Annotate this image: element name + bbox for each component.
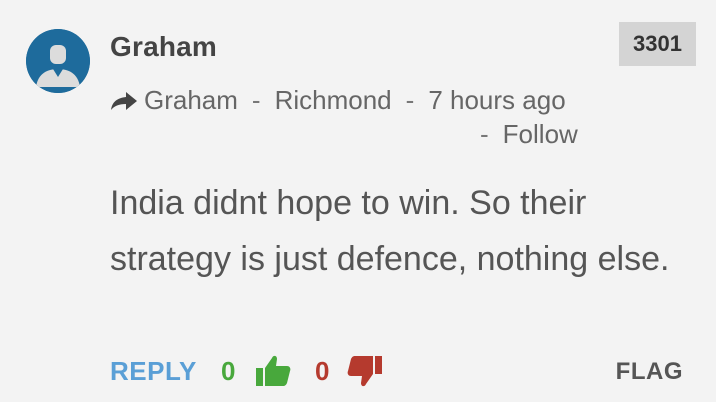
thumbs-up-icon[interactable] [255,354,291,395]
upvote-count: 0 [221,356,236,386]
reply-arrow-icon [110,86,138,118]
user-avatar-icon[interactable] [26,29,90,93]
meta-separator: - [480,119,489,149]
downvote-count: 0 [315,356,330,386]
meta-separator: - [405,85,415,115]
comment-body: India didnt hope to win. So their strate… [110,184,670,278]
reply-to-user[interactable]: Graham [144,85,238,115]
comment-meta: Graham - Richmond -7 hours ago - Follow [110,84,640,150]
flag-button[interactable]: FLAG [616,358,683,386]
follow-link[interactable]: Follow [503,119,578,149]
comment-timestamp[interactable]: 7 hours ago [428,85,565,115]
comment-actions: REPLY 0 0 FLAG [110,354,686,396]
thumbs-down-icon[interactable] [347,354,383,395]
meta-separator: - [251,85,261,115]
reply-button[interactable]: REPLY [110,356,197,387]
comment-location: Richmond [274,85,392,115]
score-badge: 3301 [619,22,696,66]
comment-author[interactable]: Graham [110,31,217,63]
